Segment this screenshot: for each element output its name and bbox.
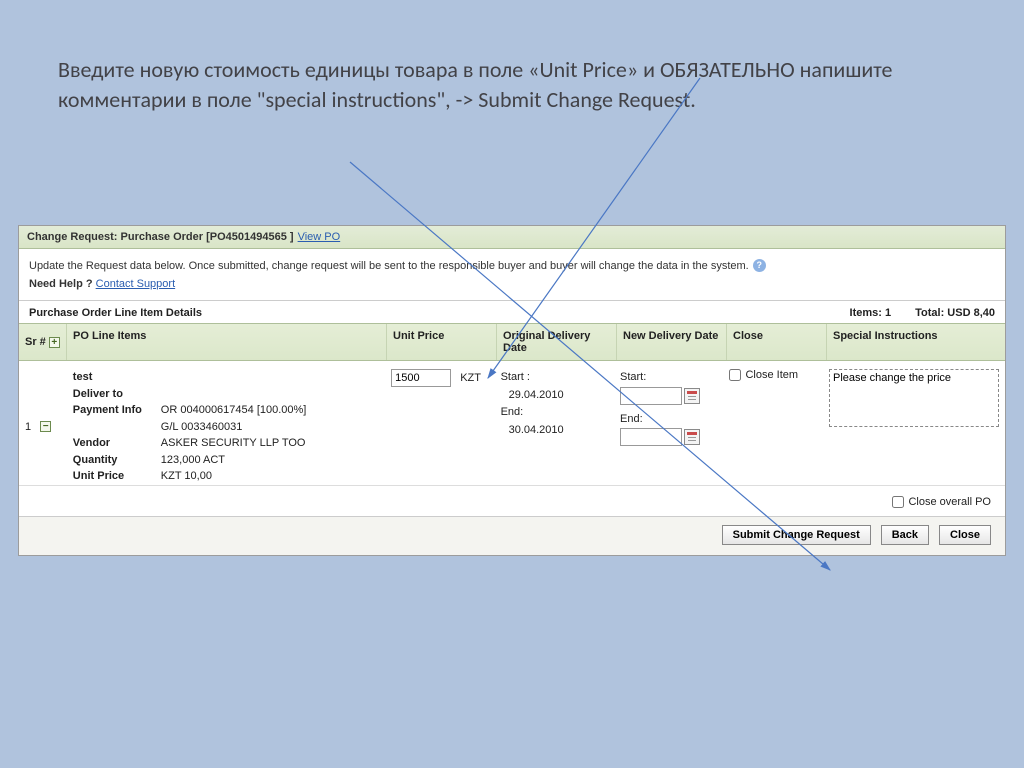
- new-start-date-input[interactable]: [620, 387, 682, 405]
- expand-all-icon[interactable]: +: [49, 337, 60, 348]
- vendor-value: ASKER SECURITY LLP TOO: [161, 435, 306, 452]
- items-count: 1: [885, 307, 891, 319]
- total-label: Total:: [915, 307, 944, 319]
- new-end-label: End:: [620, 411, 717, 429]
- header-title-suffix: ]: [287, 231, 294, 243]
- deliver-to-label: Deliver to: [73, 386, 161, 403]
- section-title: Purchase Order Line Item Details: [29, 307, 202, 319]
- vendor-label: Vendor: [73, 435, 161, 452]
- unit-price-input[interactable]: [391, 369, 451, 387]
- header-title-prefix: Change Request: Purchase Order [: [27, 231, 210, 243]
- col-sr: Sr #: [25, 336, 46, 348]
- close-overall-po-label: Close overall PO: [908, 496, 991, 508]
- calendar-icon[interactable]: [684, 388, 700, 404]
- orig-end-label: End:: [501, 404, 608, 422]
- contact-support-link[interactable]: Contact Support: [96, 278, 176, 290]
- table-header: Sr # + PO Line Items Unit Price Original…: [19, 323, 1005, 361]
- slide-instruction-text: Введите новую стоимость единицы товара в…: [58, 55, 954, 114]
- new-start-label: Start:: [620, 369, 717, 387]
- view-po-link[interactable]: View PO: [298, 231, 341, 243]
- close-item-label: Close Item: [745, 369, 798, 381]
- quantity-label: Quantity: [73, 452, 161, 469]
- calendar-icon[interactable]: [684, 429, 700, 445]
- payment-info-2: G/L 0033460031: [161, 419, 243, 436]
- orig-start-value: 29.04.2010: [501, 387, 608, 405]
- payment-info-label: Payment Info: [73, 402, 161, 419]
- quantity-value: 123,000 ACT: [161, 452, 225, 469]
- button-row: Submit Change Request Back Close: [19, 516, 1005, 555]
- row-sr: 1: [25, 421, 31, 433]
- submit-change-request-button[interactable]: Submit Change Request: [722, 525, 871, 545]
- table-row: 1 − test Deliver to Payment InfoOR 00400…: [19, 361, 1005, 485]
- section-title-row: Purchase Order Line Item Details Items: …: [19, 300, 1005, 323]
- unitprice-label: Unit Price: [73, 468, 161, 485]
- col-new-date: New Delivery Date: [617, 324, 727, 360]
- total-value: USD 8,40: [947, 307, 995, 319]
- close-button[interactable]: Close: [939, 525, 991, 545]
- col-po-line: PO Line Items: [67, 324, 387, 360]
- panel-header: Change Request: Purchase Order [PO450149…: [19, 226, 1005, 249]
- close-overall-po-checkbox[interactable]: [892, 496, 904, 508]
- col-spec: Special Instructions: [827, 324, 1005, 360]
- back-button[interactable]: Back: [881, 525, 929, 545]
- col-unit-price: Unit Price: [387, 324, 497, 360]
- payment-info-1: OR 004000617454 [100.00%]: [161, 402, 307, 419]
- new-end-date-input[interactable]: [620, 428, 682, 446]
- collapse-row-icon[interactable]: −: [40, 421, 51, 432]
- special-instructions-input[interactable]: [829, 369, 999, 427]
- help-icon[interactable]: ?: [753, 259, 766, 272]
- orig-end-value: 30.04.2010: [501, 422, 608, 440]
- header-po-number: PO4501494565: [210, 231, 287, 243]
- orig-start-label: Start :: [501, 369, 608, 387]
- need-help-label: Need Help ?: [29, 278, 93, 290]
- info-block: Update the Request data below. Once subm…: [19, 249, 1005, 300]
- unitprice-value: KZT 10,00: [161, 468, 212, 485]
- col-orig-date: Original Delivery Date: [497, 324, 617, 360]
- currency-label: KZT: [460, 372, 481, 384]
- items-label: Items:: [850, 307, 882, 319]
- col-close: Close: [727, 324, 827, 360]
- item-name: test: [73, 369, 161, 386]
- change-request-panel: Change Request: Purchase Order [PO450149…: [18, 225, 1006, 556]
- info-text: Update the Request data below. Once subm…: [29, 260, 749, 272]
- close-item-checkbox[interactable]: [729, 369, 741, 381]
